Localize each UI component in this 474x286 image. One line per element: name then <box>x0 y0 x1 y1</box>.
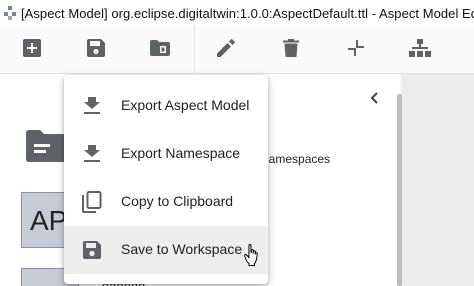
app-window: [Aspect Model] org.eclipse.digitaltwin:1… <box>0 0 474 286</box>
format-hierarchy-icon <box>409 39 431 57</box>
add-icon <box>23 39 41 57</box>
download-icon <box>80 94 104 118</box>
edit-button[interactable] <box>214 36 238 60</box>
export-button[interactable] <box>148 36 172 60</box>
toolbar <box>0 26 474 74</box>
save-icon <box>87 39 105 57</box>
menu-item-label: Export Aspect Model <box>121 97 250 113</box>
aspect-tile-text: AP <box>30 205 68 236</box>
menu-item-save-to-workspace[interactable]: Save to Workspace <box>64 226 268 274</box>
menu-item-copy-to-clipboard[interactable]: Copy to Clipboard <box>64 178 268 226</box>
namespaces-label: namespaces <box>262 152 331 166</box>
title-bar: [Aspect Model] org.eclipse.digitaltwin:1… <box>0 0 474 26</box>
export-folder-icon <box>150 40 170 56</box>
toolbar-divider <box>194 26 195 74</box>
namespace-folder-icon <box>26 130 66 162</box>
window-title: [Aspect Model] org.eclipse.digitaltwin:1… <box>21 5 474 21</box>
collapse-sidebar-button[interactable] <box>368 90 382 106</box>
menu-item-label: Export Namespace <box>121 145 241 161</box>
collapse-button[interactable] <box>344 36 368 60</box>
collapse-icon <box>348 40 364 56</box>
edit-icon <box>217 39 235 57</box>
copy-icon <box>80 190 104 214</box>
download-icon <box>80 142 104 166</box>
menu-item-export-namespace[interactable]: Export Namespace <box>64 130 268 178</box>
menu-item-label: Copy to Clipboard <box>121 193 234 209</box>
delete-button[interactable] <box>279 36 303 60</box>
save-icon <box>80 238 104 262</box>
menu-item-export-aspect-model[interactable]: Export Aspect Model <box>64 82 268 130</box>
export-menu: Export Aspect Model Export Namespace Cop… <box>64 75 268 284</box>
format-button[interactable] <box>408 36 432 60</box>
delete-icon <box>283 39 299 57</box>
add-button[interactable] <box>20 36 44 60</box>
app-logo-icon <box>4 6 16 20</box>
canvas-area <box>402 74 474 286</box>
save-button[interactable] <box>84 36 108 60</box>
chevron-left-icon <box>370 92 378 104</box>
hand-cursor-icon <box>244 243 260 266</box>
menu-item-label: Save to Workspace <box>121 241 243 257</box>
